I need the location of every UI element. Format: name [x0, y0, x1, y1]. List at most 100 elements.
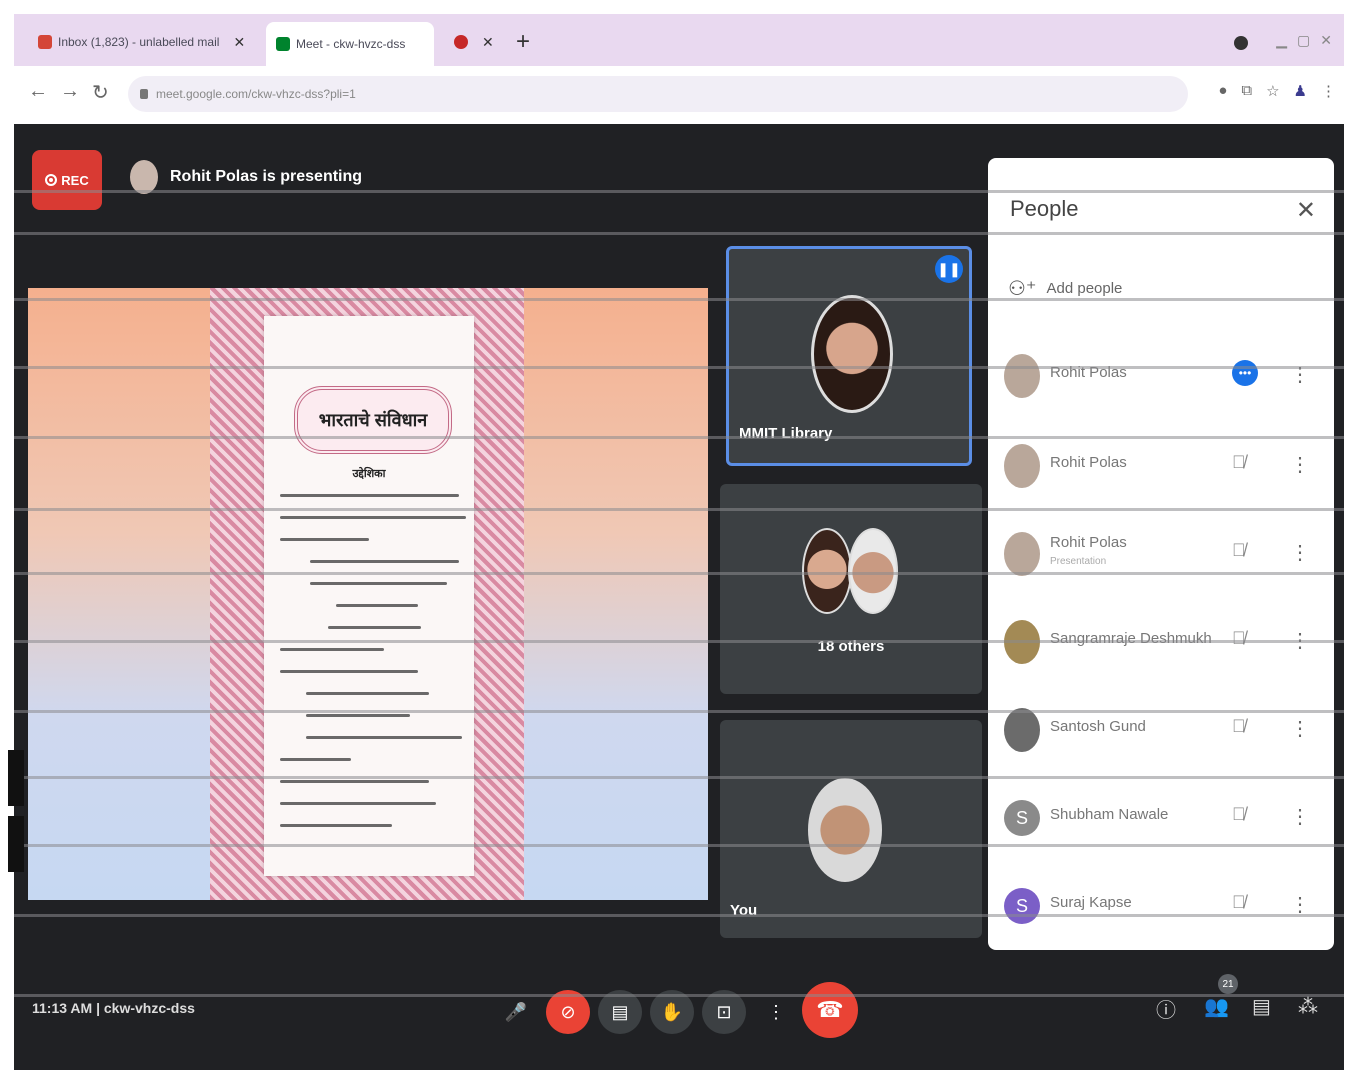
window-controls: ▁ ▢ ✕ [1276, 32, 1332, 49]
more-options-icon[interactable]: ⋮ [1290, 452, 1310, 477]
avatar [1004, 532, 1040, 576]
recording-badge: REC [32, 150, 102, 210]
info-icon[interactable]: ⓘ [1156, 994, 1176, 1023]
scan-artifact-line [14, 776, 1344, 779]
profile-icon[interactable]: ♟ [1294, 82, 1307, 100]
tab-meet[interactable]: Meet - ckw-hvzc-dss [266, 22, 434, 66]
more-options-icon[interactable]: ⋮ [1290, 804, 1310, 829]
participant-tile-mmit-library[interactable]: ❚❚ MMIT Library [726, 246, 972, 466]
meet-icon [276, 37, 290, 51]
record-icon [454, 35, 468, 49]
toolbar-icons: ● ⧉ ☆ ♟ ⋮ [1218, 82, 1336, 100]
address-toolbar: ← → ↻ meet.google.com/ckw-vhzc-dss?pli=1… [14, 66, 1344, 122]
participant-tile-you[interactable]: You [720, 720, 982, 938]
scan-artifact-mark [8, 750, 24, 806]
tab-recording[interactable]: ✕ [444, 24, 504, 60]
end-call-button[interactable]: ☎ [802, 982, 858, 1038]
list-item[interactable]: S Suraj Kapse 🎙̸ ⋮ [1004, 876, 1316, 936]
scan-artifact-mark [8, 816, 24, 872]
participant-name: Shubham Nawale [1050, 806, 1169, 823]
avatar [848, 528, 898, 614]
avatar [1004, 444, 1040, 488]
list-item[interactable]: Rohit Polas ••• ⋮ [1004, 346, 1316, 406]
avatar [802, 528, 852, 614]
list-item[interactable]: S Shubham Nawale 🎙̸ ⋮ [1004, 788, 1316, 848]
mic-off-icon: 🎙̸ [1232, 452, 1246, 472]
record-icon [45, 174, 58, 186]
participant-subtext: Presentation [1050, 556, 1107, 567]
more-options-icon[interactable]: ⋮ [1290, 716, 1310, 741]
extensions-icon[interactable]: ⧉ [1241, 82, 1252, 100]
reload-icon[interactable]: ↻ [92, 80, 109, 105]
avatar [1004, 354, 1040, 398]
mic-off-icon: 🎙̸ [1232, 628, 1246, 648]
list-item[interactable]: Rohit Polas Presentation 🎙̸ ⋮ [1004, 524, 1316, 584]
scan-artifact-line [14, 710, 1344, 713]
add-people-label: Add people [1046, 280, 1123, 297]
scan-artifact-line [14, 844, 1344, 847]
close-icon[interactable]: ✕ [233, 34, 245, 51]
maximize-icon[interactable]: ▢ [1297, 32, 1310, 49]
participant-count-badge: 21 [1218, 974, 1238, 994]
mic-off-icon: 🎙̸ [1232, 716, 1246, 736]
speaking-indicator-icon: ••• [1232, 360, 1258, 386]
profile-indicator-icon [1234, 36, 1248, 50]
new-tab-button[interactable]: + [516, 28, 530, 56]
more-options-icon[interactable]: ⋮ [1290, 540, 1310, 565]
document-body [280, 494, 466, 846]
camera-icon[interactable]: ● [1218, 82, 1227, 100]
tab-gmail[interactable]: Inbox (1,823) - unlabelled mail ✕ [28, 24, 266, 60]
document-title-frame: भारताचे संविधान [294, 386, 452, 454]
document-title: भारताचे संविधान [318, 410, 428, 430]
close-icon[interactable]: ✕ [1296, 196, 1316, 225]
minimize-icon[interactable]: ▁ [1276, 32, 1287, 49]
avatar [808, 778, 882, 882]
star-icon[interactable]: ☆ [1266, 82, 1279, 100]
chat-icon[interactable]: ▤ [1252, 994, 1271, 1019]
gmail-icon [38, 35, 52, 49]
avatar: S [1004, 800, 1040, 836]
participant-name: Santosh Gund [1050, 718, 1146, 735]
avatar [130, 160, 158, 194]
panel-title: People [1010, 196, 1079, 221]
menu-icon[interactable]: ⋮ [1321, 82, 1336, 100]
presentation-stage: भारताचे संविधान उद्देशिका [28, 288, 708, 900]
presenter-bar: Rohit Polas is presenting [130, 160, 362, 194]
lock-icon [140, 89, 148, 99]
avatar: S [1004, 888, 1040, 924]
participant-name: Sangramraje Deshmukh [1050, 630, 1212, 647]
participant-name: MMIT Library [739, 425, 833, 442]
url-bar[interactable]: meet.google.com/ckw-vhzc-dss?pli=1 [128, 76, 1188, 112]
avatar [811, 295, 893, 413]
tab-label: Inbox (1,823) - unlabelled mail [58, 35, 220, 49]
scan-artifact-line [14, 994, 1344, 997]
scan-artifact-line [14, 190, 1344, 193]
scan-artifact-line [14, 366, 1344, 369]
url-text: meet.google.com/ckw-vhzc-dss?pli=1 [156, 87, 356, 101]
meeting-controls-bar: 11:13 AM | ckw-vhzc-dss 🎤 ⊘ ▤ ✋ ⊡ ⋮ ☎ ⓘ … [14, 972, 1344, 1070]
forward-icon[interactable]: → [60, 80, 80, 103]
participant-tile-others[interactable]: 18 others [720, 484, 982, 694]
mic-off-icon: 🎙̸ [1232, 892, 1246, 912]
meet-window: REC Rohit Polas is presenting भारताचे सं… [14, 124, 1344, 1070]
participant-name: Suraj Kapse [1050, 894, 1132, 911]
scan-artifact-line [14, 232, 1344, 235]
close-icon[interactable]: ✕ [482, 34, 494, 51]
window-close-icon[interactable]: ✕ [1320, 32, 1332, 49]
list-item[interactable]: Rohit Polas 🎙̸ ⋮ [1004, 436, 1316, 496]
document-subtitle: उद्देशिका [352, 468, 386, 480]
speaking-indicator-icon: ❚❚ [935, 255, 963, 283]
scan-artifact-line [14, 436, 1344, 439]
list-item[interactable]: Santosh Gund 🎙̸ ⋮ [1004, 700, 1316, 760]
document-page: भारताचे संविधान उद्देशिका [264, 316, 474, 876]
people-icon[interactable]: 👥 [1204, 994, 1229, 1019]
participant-name: Rohit Polas [1050, 534, 1127, 551]
rec-label: REC [61, 172, 89, 188]
activities-icon[interactable]: ⁂ [1298, 994, 1318, 1019]
participant-name: Rohit Polas [1050, 454, 1127, 471]
avatar [1004, 708, 1040, 752]
mic-off-icon: 🎙̸ [1232, 540, 1246, 560]
presenting-text: Rohit Polas is presenting [170, 168, 363, 185]
back-icon[interactable]: ← [28, 80, 48, 103]
tab-label: Meet - ckw-hvzc-dss [296, 37, 406, 51]
